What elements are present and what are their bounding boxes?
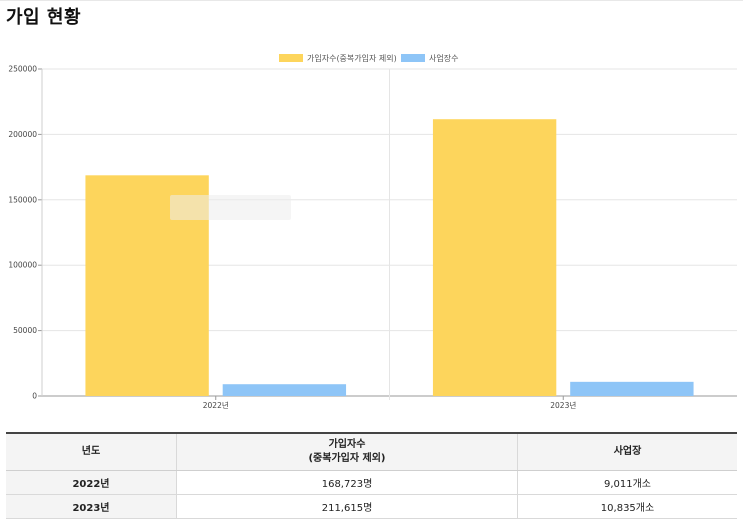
- row-year: 2023년: [6, 494, 177, 519]
- membership-bar-chart: 0 50000 100000 150000 200000 250000 2022년 2023년…: [8, 53, 737, 410]
- row-members: 211,615명: [176, 494, 518, 519]
- y-tick-label: 250000: [8, 65, 37, 74]
- legend-swatch: [401, 54, 425, 62]
- row-members: 168,723명: [176, 470, 518, 495]
- tooltip-overlay: [170, 195, 291, 220]
- legend-label: 사업장수: [429, 53, 458, 63]
- x-tick-label: 2022년: [203, 400, 229, 410]
- header-workplaces: 사업장: [517, 433, 737, 471]
- table-header-row: 년도 가입자수 (중복가입자 제외) 사업장: [6, 433, 737, 471]
- legend-label: 가입자수(중복가입자 제외): [307, 53, 397, 63]
- y-tick-label: 150000: [8, 195, 37, 204]
- table-row: 2023년 211,615명 10,835개소: [6, 494, 737, 519]
- bar: [432, 119, 557, 396]
- legend-swatch: [279, 54, 303, 62]
- header-year: 년도: [6, 433, 177, 471]
- y-tick-label: 100000: [8, 261, 37, 270]
- row-workplaces: 10,835개소: [517, 494, 737, 519]
- header-members: 가입자수 (중복가입자 제외): [176, 433, 518, 471]
- x-tick-label: 2023년: [550, 400, 576, 410]
- top-divider: [0, 0, 743, 1]
- header-members-line2: (중복가입자 제외): [308, 453, 386, 464]
- bar: [570, 381, 694, 396]
- row-year: 2022년: [6, 470, 177, 495]
- header-members-line1: 가입자수: [328, 439, 366, 450]
- y-tick-label: 0: [32, 392, 37, 401]
- row-workplaces: 9,011개소: [517, 470, 737, 495]
- y-tick-label: 50000: [13, 326, 37, 335]
- bar: [222, 384, 347, 396]
- page-title: 가입 현황: [6, 7, 82, 28]
- membership-stats-table: 년도 가입자수 (중복가입자 제외) 사업장 2022년 168,723명 9,…: [6, 432, 737, 519]
- y-tick-label: 200000: [8, 130, 37, 139]
- table-row: 2022년 168,723명 9,011개소: [6, 470, 737, 495]
